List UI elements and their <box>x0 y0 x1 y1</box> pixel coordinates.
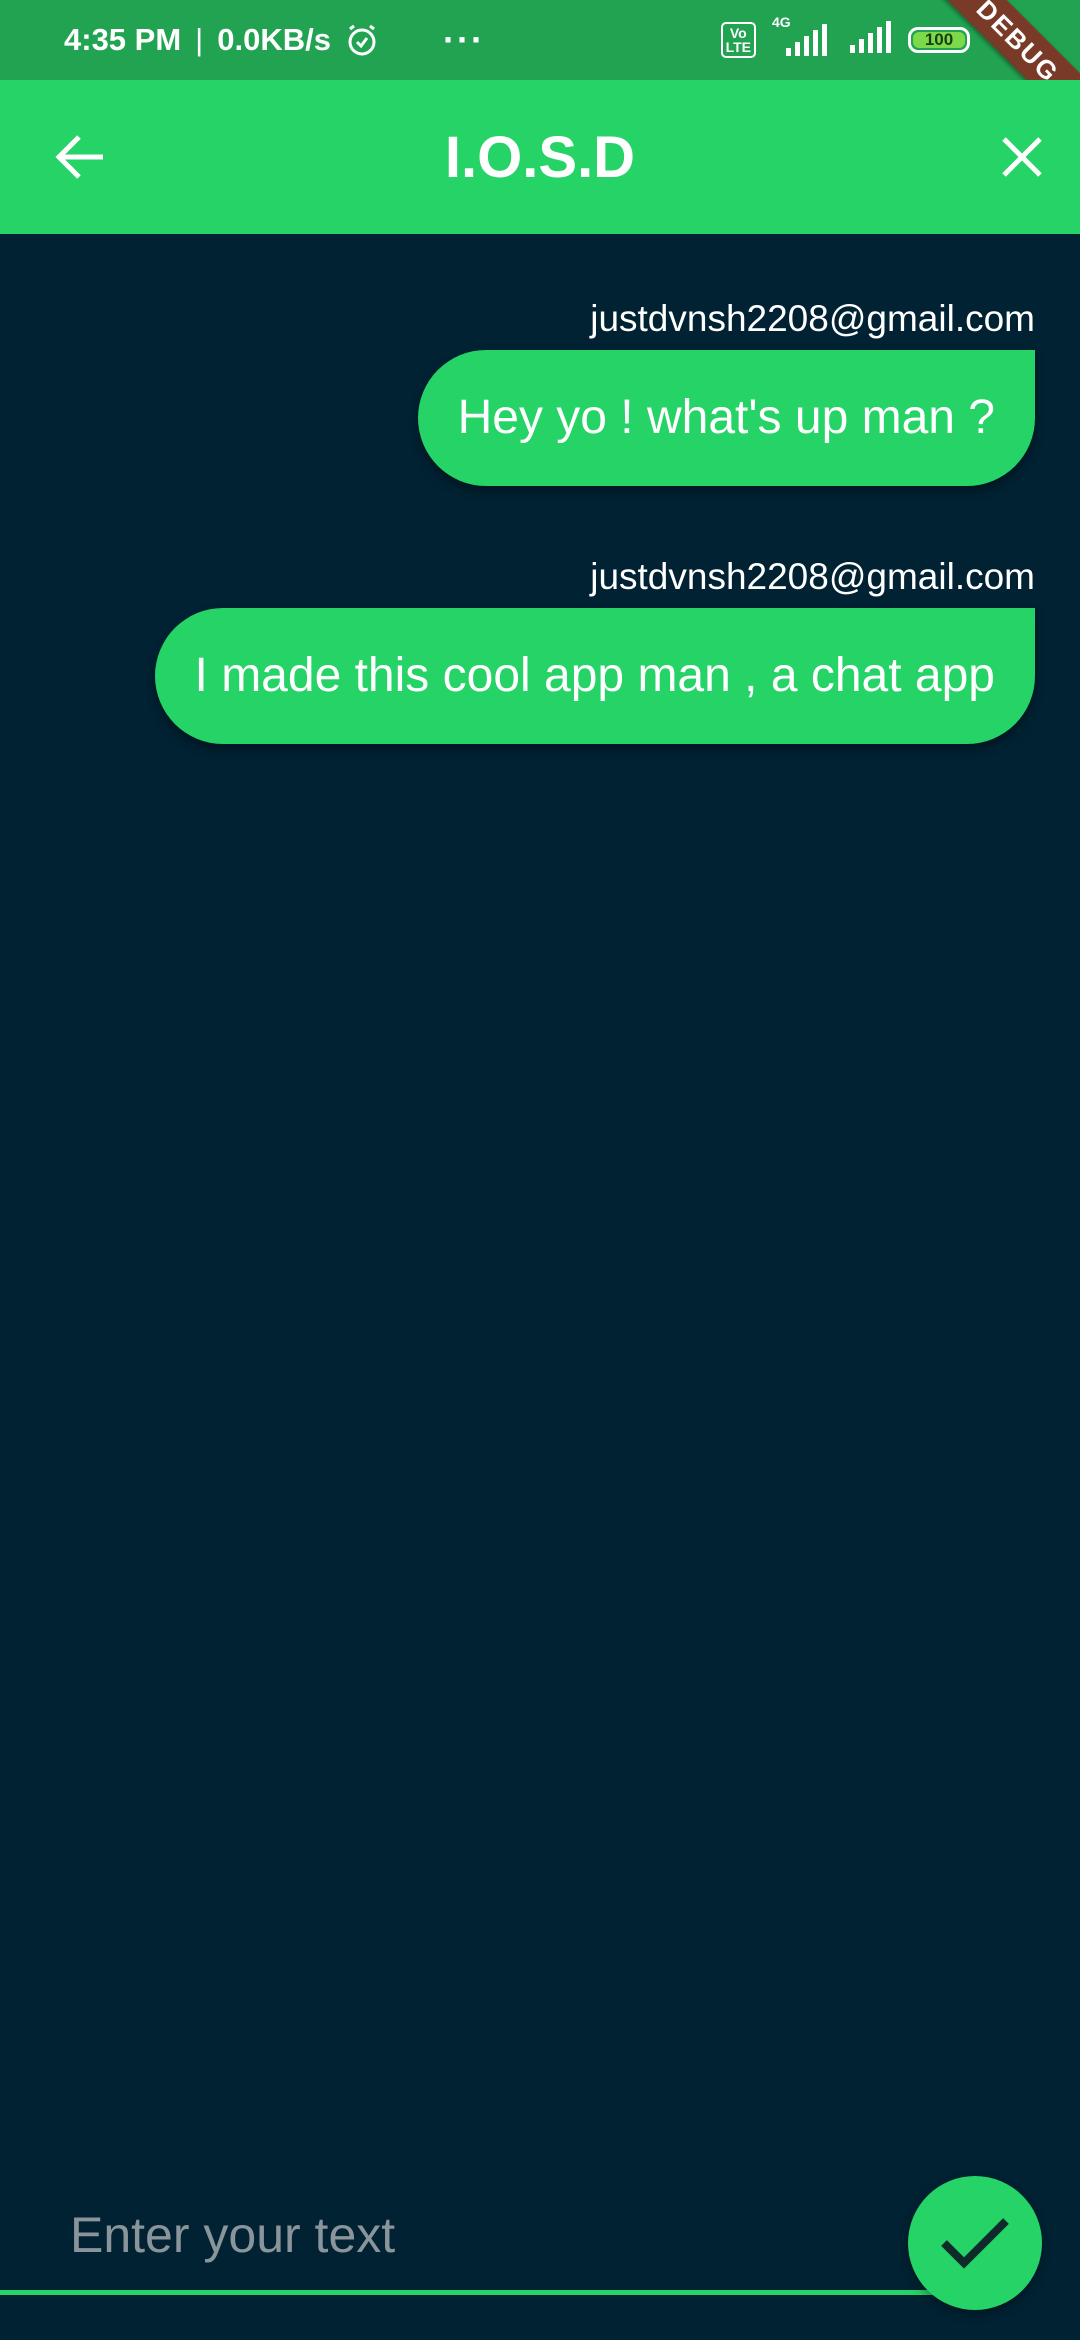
battery-icon: 100 <box>908 27 970 53</box>
volte-icon: Vo LTE <box>720 22 756 58</box>
close-icon <box>1002 137 1042 177</box>
arrow-back-icon <box>55 135 103 179</box>
status-right: Vo LTE 4G 100 <box>720 0 970 80</box>
checkmark-icon <box>941 2218 1009 2269</box>
message-sender: justdvnsh2208@gmail.com <box>590 298 1035 339</box>
network-type-label: 4G <box>772 14 791 30</box>
app-bar: I.O.S.D <box>0 80 1080 234</box>
message-item: justdvnsh2208@gmail.com Hey yo ! what's … <box>417 294 1035 486</box>
signal-4g-icon: 4G <box>772 14 832 58</box>
message-list: justdvnsh2208@gmail.com Hey yo ! what's … <box>0 234 1080 2154</box>
message-bubble[interactable]: Hey yo ! what's up man ? <box>417 350 1035 486</box>
compose-bar <box>0 2160 1080 2340</box>
signal-icon <box>848 20 892 60</box>
more-notifications-icon: ··· <box>442 19 485 60</box>
page-title: I.O.S.D <box>444 124 636 190</box>
close-button[interactable] <box>982 117 1062 197</box>
message-item: justdvnsh2208@gmail.com I made this cool… <box>154 552 1035 744</box>
status-network-speed: 0.0KB/s <box>217 22 331 57</box>
message-sender: justdvnsh2208@gmail.com <box>590 556 1035 597</box>
back-button[interactable] <box>40 117 120 197</box>
status-separator: | <box>195 22 204 57</box>
message-input[interactable] <box>0 2180 940 2295</box>
status-time: 4:35 PM <box>64 22 182 57</box>
send-button[interactable] <box>908 2176 1042 2310</box>
message-bubble[interactable]: I made this cool app man , a chat app <box>154 608 1035 744</box>
alarm-icon <box>345 23 379 57</box>
status-bar: 4:35 PM | 0.0KB/s ··· Vo LTE 4G 100 DEBU… <box>0 0 1080 141</box>
battery-level: 100 <box>913 30 965 49</box>
status-left: 4:35 PM | 0.0KB/s ··· <box>64 0 485 80</box>
